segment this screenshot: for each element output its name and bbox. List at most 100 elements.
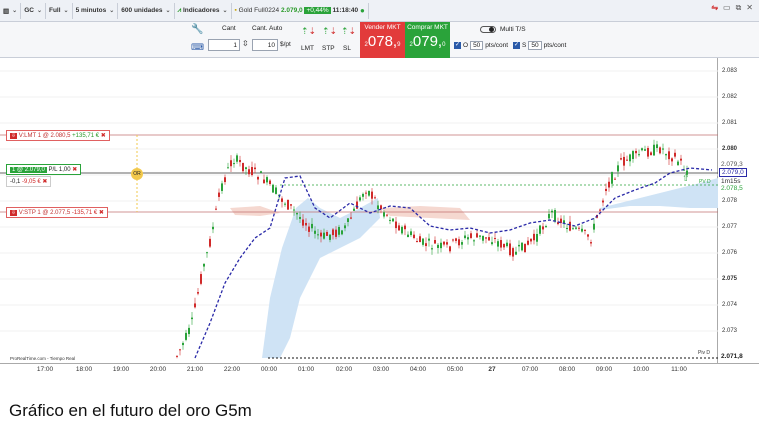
candle-body	[323, 232, 325, 239]
time-tick-label: 07:00	[521, 366, 539, 373]
candle-body	[464, 235, 466, 239]
limit-order-close-icon[interactable]: ✖	[101, 133, 106, 139]
candle-body	[257, 176, 259, 180]
candle-body	[452, 239, 454, 241]
candle-body	[311, 223, 313, 229]
limit-order-pnl: +135,71 €	[72, 133, 100, 139]
stop-order-pnl: -135,71 €	[71, 210, 98, 216]
price-badge-sell: 2.078,5	[719, 185, 745, 192]
candle-body	[470, 233, 472, 238]
restore-icon[interactable]: ⧉	[736, 3, 742, 13]
ichimoku-cloud-red	[230, 206, 280, 216]
sl-button[interactable]: SL	[343, 45, 351, 52]
keyboard-icon[interactable]: ⌨	[191, 42, 204, 53]
qty-auto-label: Cant. Auto	[252, 25, 283, 32]
symbol-selector[interactable]: GC ⌄	[21, 2, 46, 19]
position-sub-label: -0,1 -9,05 € ✖	[6, 176, 52, 187]
units-selector[interactable]: 600 unidades ⌄	[118, 2, 175, 19]
price-tick-label: 2.075	[722, 276, 738, 282]
objective-unit: pts/cont	[485, 42, 509, 49]
multi-ts-label: Multi T/S	[500, 26, 526, 33]
stp-button[interactable]: STP	[322, 45, 335, 52]
stop-order-close-icon[interactable]: ✖	[99, 210, 104, 216]
candle-body	[383, 212, 385, 217]
candle-body	[308, 226, 310, 232]
candle-body	[341, 230, 343, 235]
candle-body	[644, 149, 646, 151]
candle-body	[260, 171, 262, 173]
chart-menu-button[interactable]: ▥ ⌄	[0, 2, 22, 19]
candle-body	[527, 240, 529, 245]
candle-body	[245, 167, 247, 170]
candle-body	[521, 242, 523, 251]
candle-body	[338, 226, 340, 235]
stop-checkbox[interactable]: ✓	[513, 42, 520, 49]
candle-body	[614, 178, 616, 180]
sell-market-button[interactable]: Vender MKT 2078,9	[360, 22, 405, 58]
ichimoku-cloud	[262, 198, 380, 358]
chart-type-selector[interactable]: Full ⌄	[46, 2, 73, 19]
candle-body	[335, 229, 337, 237]
close-icon[interactable]: ✕	[746, 3, 753, 13]
sell-label: Vender MKT	[364, 24, 401, 31]
candle-body	[587, 234, 589, 237]
candle-body	[611, 172, 613, 184]
instrument-price: 2.079,0	[280, 7, 303, 14]
stop-label: S	[522, 42, 527, 49]
or-badge[interactable]: OR	[131, 168, 143, 180]
qty-input[interactable]: 1	[208, 39, 240, 51]
price-badge-upper: 2.079,3	[721, 161, 743, 168]
stop-row: ✓ S 50 pts/cont	[513, 41, 566, 50]
timeframe-label: 5 minutos	[75, 7, 107, 14]
toggle-switch-icon[interactable]	[480, 26, 496, 33]
candle-body	[317, 234, 319, 236]
limit-order-icon: ⇩	[10, 133, 18, 139]
candle-body	[548, 213, 550, 219]
stop-input[interactable]: 50	[528, 41, 542, 50]
objective-checkbox[interactable]: ✓	[454, 42, 461, 49]
stepper-icon[interactable]: ⇳	[242, 39, 249, 48]
objective-input[interactable]: 50	[470, 41, 484, 50]
candle-body	[176, 355, 178, 357]
buy-price-tail: 0	[442, 42, 446, 48]
price-axis[interactable]: 2.0832.0822.0812.0802.0792.0782.0772.076…	[718, 58, 759, 363]
candle-body	[479, 235, 481, 237]
candle-body	[350, 217, 352, 219]
limit-order-label[interactable]: ⇩ V:LMT 1 @ 2.080,5 +135,71 € ✖	[6, 130, 110, 141]
candle-body	[305, 222, 307, 226]
candle-body	[542, 226, 544, 230]
candle-body	[524, 243, 526, 253]
candle-body	[437, 244, 439, 248]
position-sub-close-icon[interactable]: ✖	[42, 179, 47, 185]
minimize-icon[interactable]: ▭	[723, 3, 731, 13]
buy-market-button[interactable]: Comprar MKT 2079,0	[405, 22, 450, 58]
position-label[interactable]: 1 @ 2.079,0 P/L 1,00 ✖	[6, 164, 82, 175]
wrench-icon[interactable]: 🔧	[191, 24, 203, 35]
multi-ts-toggle[interactable]: Multi T/S	[480, 26, 526, 33]
candle-body	[578, 227, 580, 229]
price-tick-label: 2.082	[722, 94, 738, 100]
window-controls: ⇋ ▭ ⧉ ✕	[711, 3, 753, 13]
candle-body	[368, 190, 370, 196]
objective-label: O	[463, 42, 469, 49]
stp-order-icon[interactable]: ⇡⇣	[322, 26, 337, 37]
sl-order-icon[interactable]: ⇡⇣	[341, 26, 356, 37]
candle-body	[434, 240, 436, 244]
chevron-down-icon: ⌄	[12, 8, 18, 14]
indicators-button[interactable]: ⩘ Indicadores ⌄	[175, 2, 232, 19]
chart-area[interactable]: ⇩ V:LMT 1 @ 2.080,5 +135,71 € ✖ 1 @ 2.07…	[0, 58, 718, 363]
lmt-button[interactable]: LMT	[301, 45, 314, 52]
sell-price-main: 078,	[367, 33, 398, 50]
timeframe-selector[interactable]: 5 minutos ⌄	[73, 2, 119, 19]
chevron-down-icon: ⌄	[165, 8, 171, 14]
candle-body	[551, 210, 553, 213]
candle-body	[404, 225, 406, 230]
candle-body	[635, 150, 637, 154]
stop-order-label[interactable]: ⇩ V:STP 1 @ 2.077,5 -135,71 € ✖	[6, 207, 108, 218]
lmt-order-icon[interactable]: ⇡⇣	[301, 26, 316, 37]
candle-body	[224, 177, 226, 183]
qty-auto-input[interactable]: 10	[252, 39, 278, 51]
price-badge-low: 2.071,8	[721, 353, 743, 360]
position-close-icon[interactable]: ✖	[72, 167, 77, 173]
candle-body	[329, 234, 331, 240]
